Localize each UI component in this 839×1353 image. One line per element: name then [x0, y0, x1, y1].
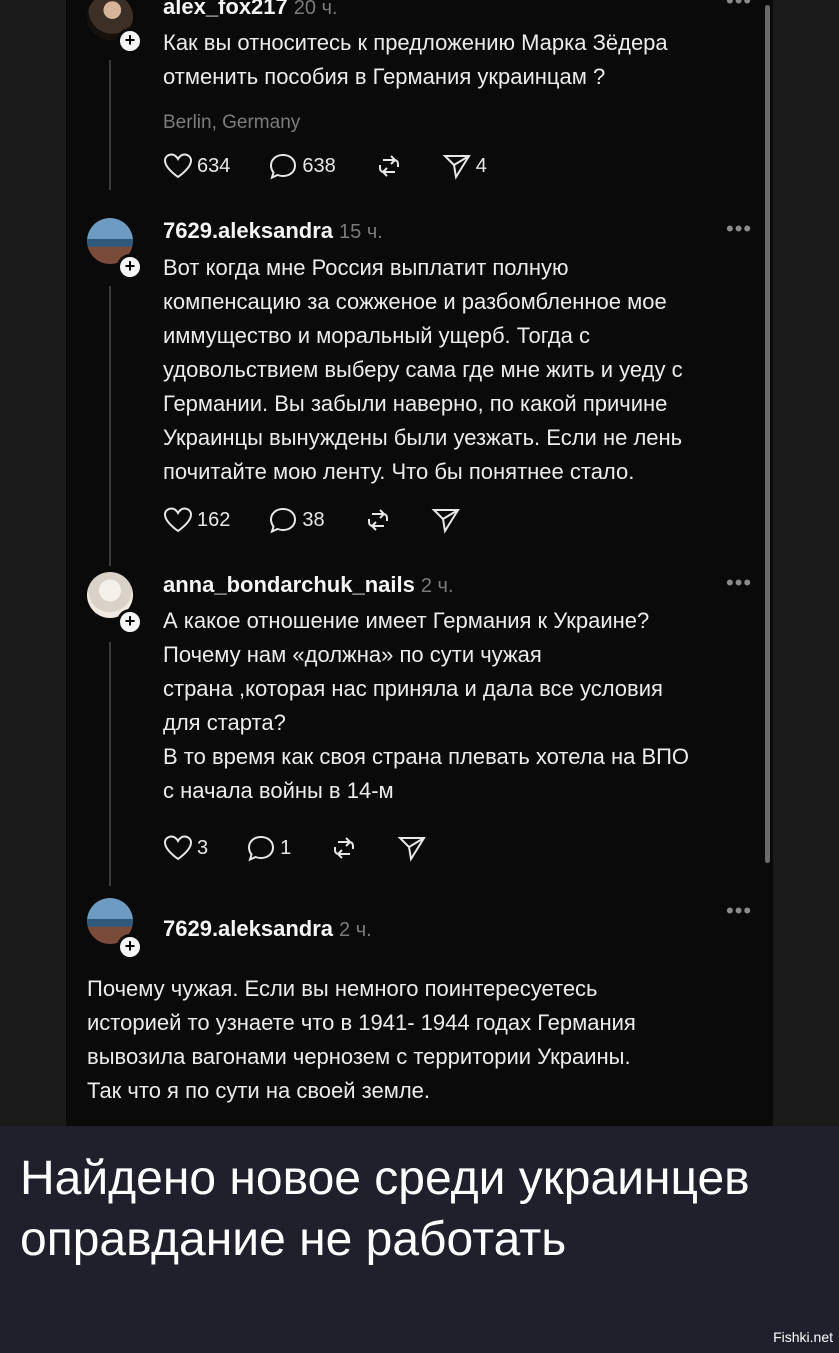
- post-time: 20 ч.: [293, 0, 338, 19]
- comment-count: 1: [280, 836, 292, 859]
- send-count: 4: [475, 154, 487, 177]
- repost-button[interactable]: [329, 834, 359, 862]
- send-icon: [397, 837, 427, 862]
- watermark: Fishki.net: [773, 1329, 833, 1345]
- thread-line: [109, 286, 111, 566]
- plus-icon[interactable]: +: [117, 28, 143, 54]
- post-time: 2 ч.: [420, 575, 454, 597]
- like-button[interactable]: 634: [163, 152, 230, 180]
- post-actions: 634 638 4: [163, 152, 525, 180]
- background-left: [0, 0, 66, 1126]
- heart-icon: [163, 507, 193, 533]
- post-actions: 162 38: [163, 506, 499, 534]
- plus-icon[interactable]: +: [117, 609, 143, 635]
- comment-icon: [270, 153, 297, 180]
- heart-icon: [163, 835, 193, 861]
- send-button[interactable]: 4: [442, 152, 487, 180]
- repost-button[interactable]: [374, 152, 404, 180]
- heart-icon: [163, 153, 193, 179]
- send-icon: [431, 509, 460, 534]
- send-icon: [442, 155, 471, 180]
- more-icon[interactable]: •••: [726, 0, 752, 14]
- plus-icon[interactable]: +: [117, 254, 143, 280]
- post-text: А какое отношение имеет Германия к Украи…: [163, 608, 690, 803]
- comment-button[interactable]: 638: [268, 152, 336, 180]
- background-right: [773, 0, 839, 1126]
- post-actions: 3 1: [163, 834, 465, 862]
- post-username[interactable]: 7629.aleksandra 15 ч.: [163, 218, 383, 244]
- more-icon[interactable]: •••: [726, 898, 752, 924]
- post-username[interactable]: anna_bondarchuk_nails 2 ч.: [163, 572, 454, 598]
- username-text[interactable]: anna_bondarchuk_nails: [163, 572, 415, 597]
- username-text[interactable]: 7629.aleksandra: [163, 916, 333, 941]
- username-text[interactable]: alex_fox217: [163, 0, 288, 19]
- comment-icon: [270, 507, 297, 534]
- comment-button[interactable]: 1: [246, 834, 291, 862]
- post-text: Почему чужая. Если вы немного поинтересу…: [87, 976, 636, 1103]
- like-count: 3: [197, 836, 209, 859]
- threads-feed[interactable]: + alex_fox217 20 ч. ••• Как вы относитесь…: [66, 0, 773, 1126]
- repost-button[interactable]: [363, 506, 393, 534]
- send-button[interactable]: [431, 506, 461, 534]
- comment-count: 638: [302, 154, 336, 177]
- like-count: 162: [197, 508, 231, 531]
- post-time: 2 ч.: [339, 919, 372, 941]
- thread-line: [109, 60, 111, 190]
- repost-icon: [367, 509, 388, 531]
- post-location[interactable]: Berlin, Germany: [163, 112, 300, 134]
- repost-icon: [334, 837, 355, 859]
- post-username[interactable]: 7629.aleksandra 2 ч.: [163, 916, 372, 942]
- username-text[interactable]: 7629.aleksandra: [163, 218, 333, 243]
- send-button[interactable]: [397, 834, 427, 862]
- post-username[interactable]: alex_fox217 20 ч.: [163, 0, 338, 20]
- comment-icon: [248, 835, 275, 862]
- comment-count: 38: [302, 508, 325, 531]
- scrollbar[interactable]: [765, 5, 770, 863]
- more-icon[interactable]: •••: [726, 216, 752, 242]
- like-button[interactable]: 3: [163, 834, 208, 862]
- repost-icon: [378, 155, 399, 177]
- plus-icon[interactable]: +: [117, 934, 143, 960]
- thread-line: [109, 642, 111, 886]
- like-button[interactable]: 162: [163, 506, 230, 534]
- comment-button[interactable]: 38: [268, 506, 325, 534]
- post-text: Вот когда мне Россия выплатит полную ком…: [163, 255, 683, 484]
- more-icon[interactable]: •••: [726, 570, 752, 596]
- post-text: Как вы относитесь к предложению Марка Зё…: [163, 30, 668, 89]
- like-count: 634: [197, 154, 231, 177]
- caption-text: Найдено новое среди украинцев оправдание…: [20, 1152, 750, 1266]
- post-time: 15 ч.: [339, 221, 383, 243]
